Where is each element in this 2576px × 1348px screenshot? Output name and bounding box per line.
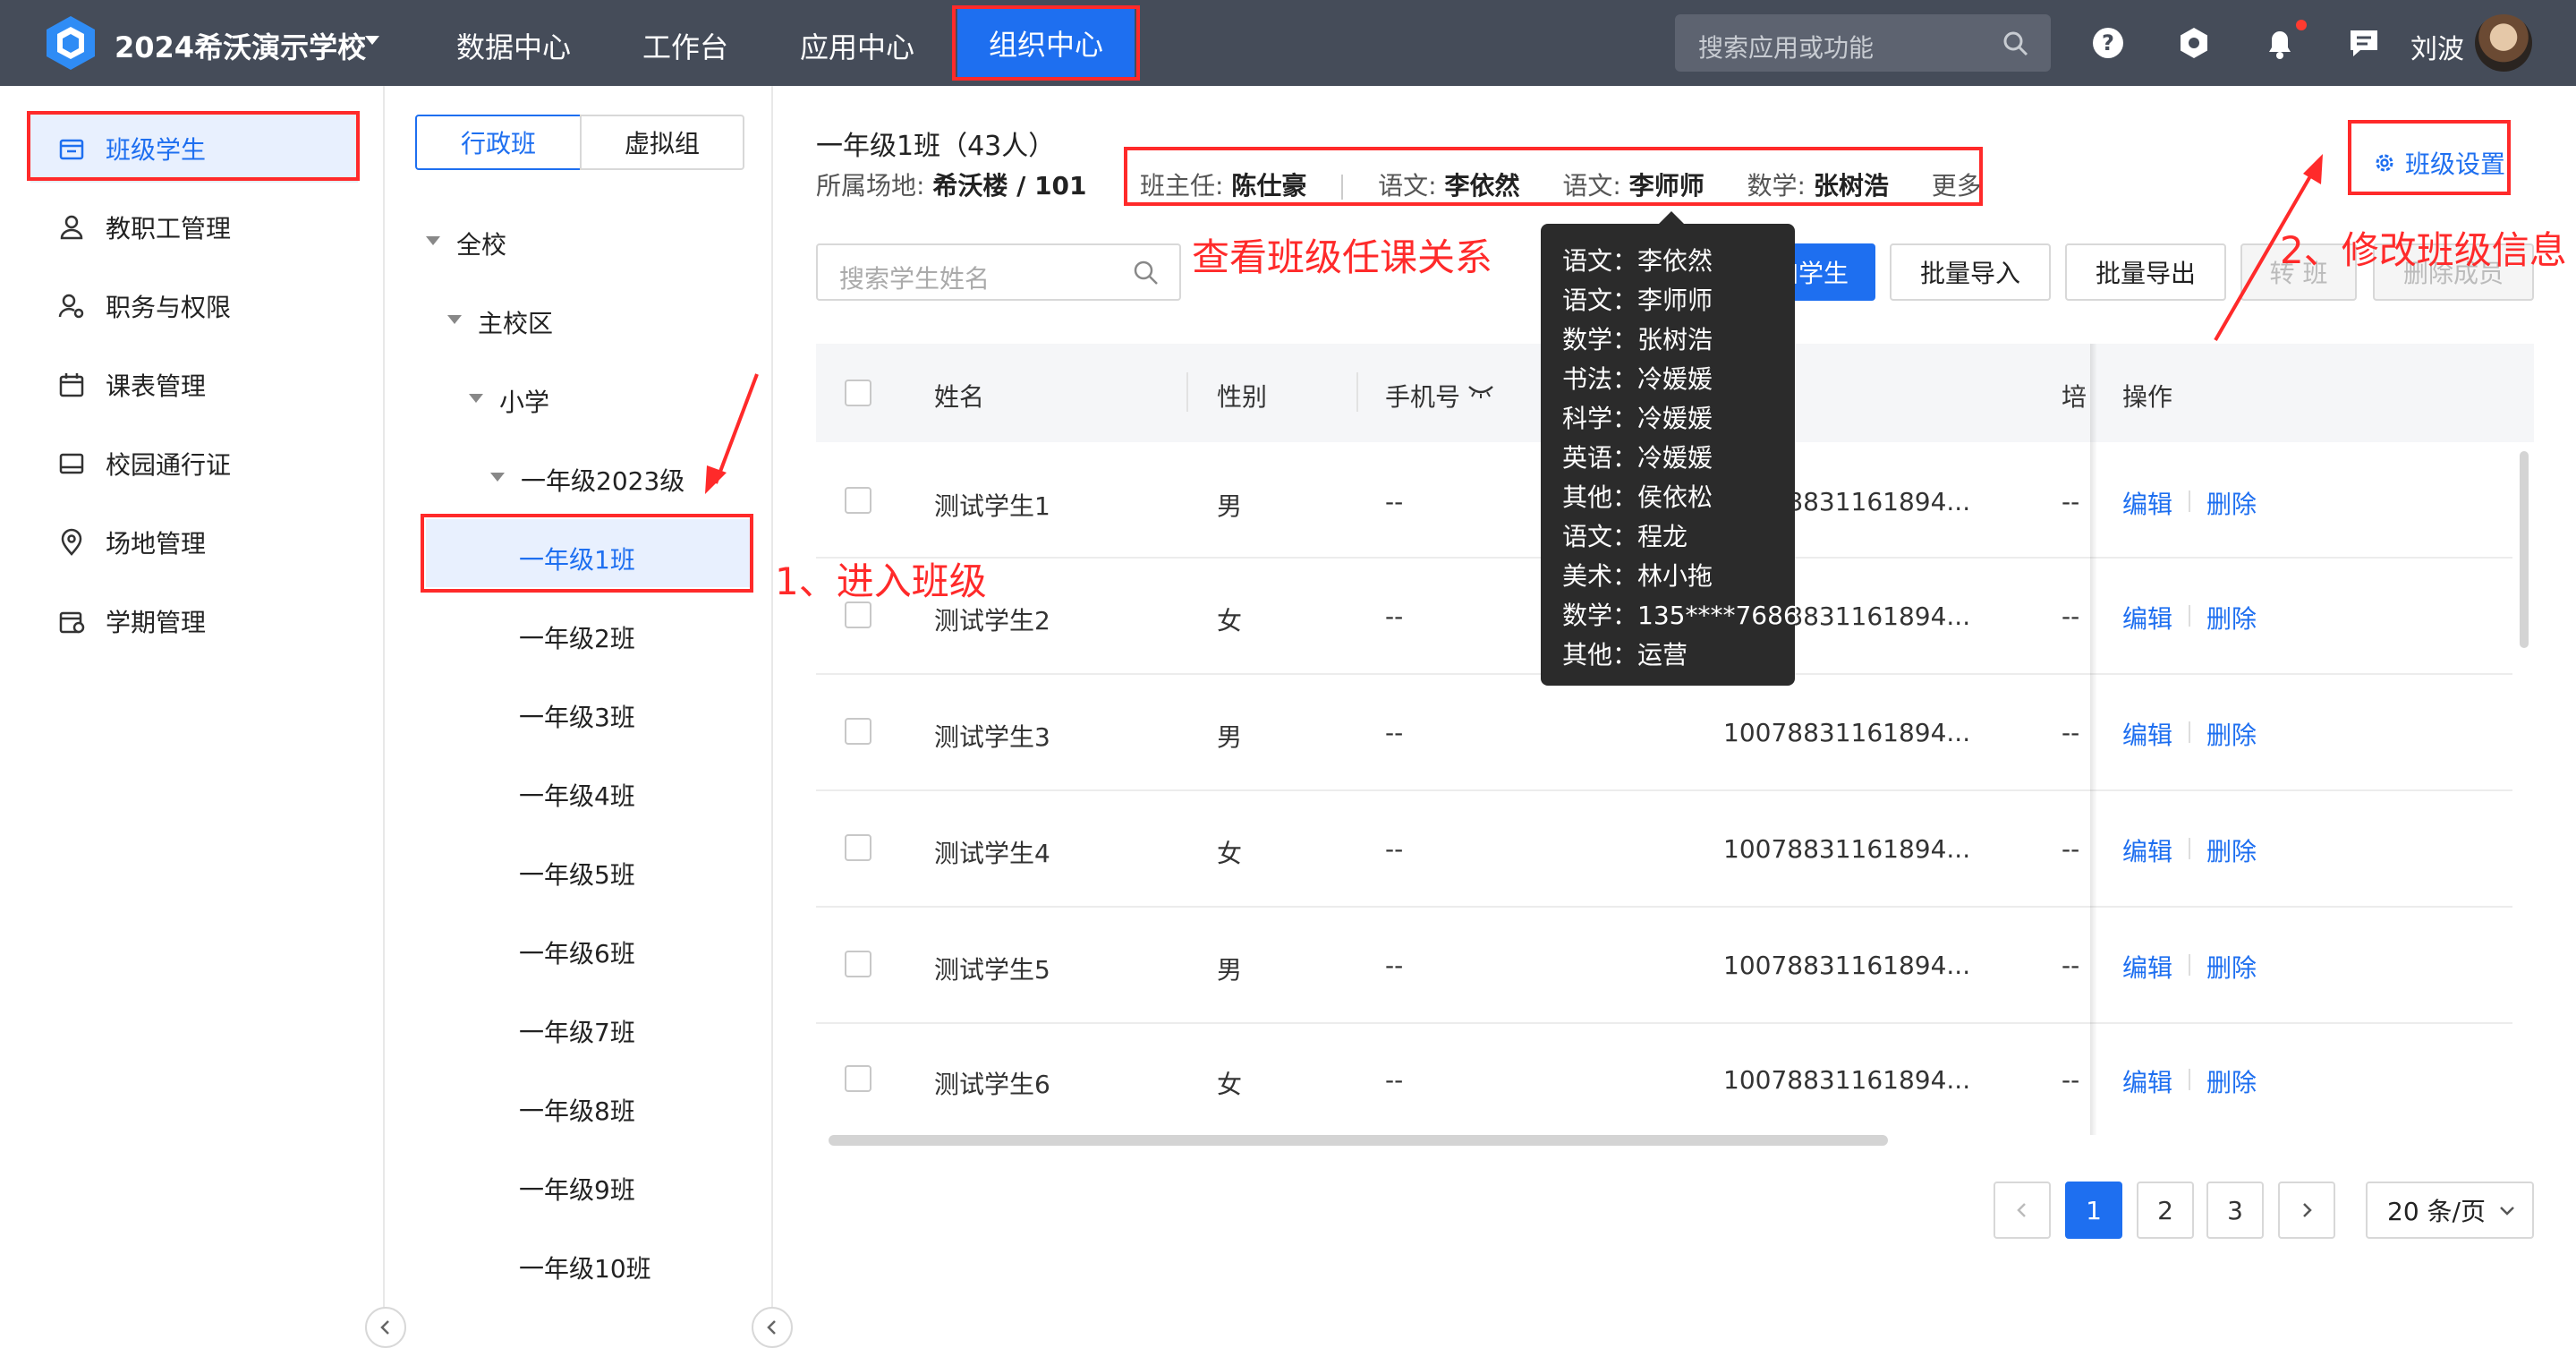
chevron-left-icon — [380, 1320, 389, 1335]
tree-collapse-button[interactable] — [752, 1307, 793, 1348]
annotation-arrows — [705, 154, 2323, 494]
annotation-arrow-step1 — [714, 373, 759, 484]
chevron-left-icon — [767, 1320, 776, 1335]
annotation-arrow-step2 — [2214, 168, 2316, 342]
annotation-arrowhead — [705, 465, 727, 494]
sidebar-collapse-button[interactable] — [365, 1307, 406, 1348]
annotation-arrowhead — [2303, 154, 2323, 184]
